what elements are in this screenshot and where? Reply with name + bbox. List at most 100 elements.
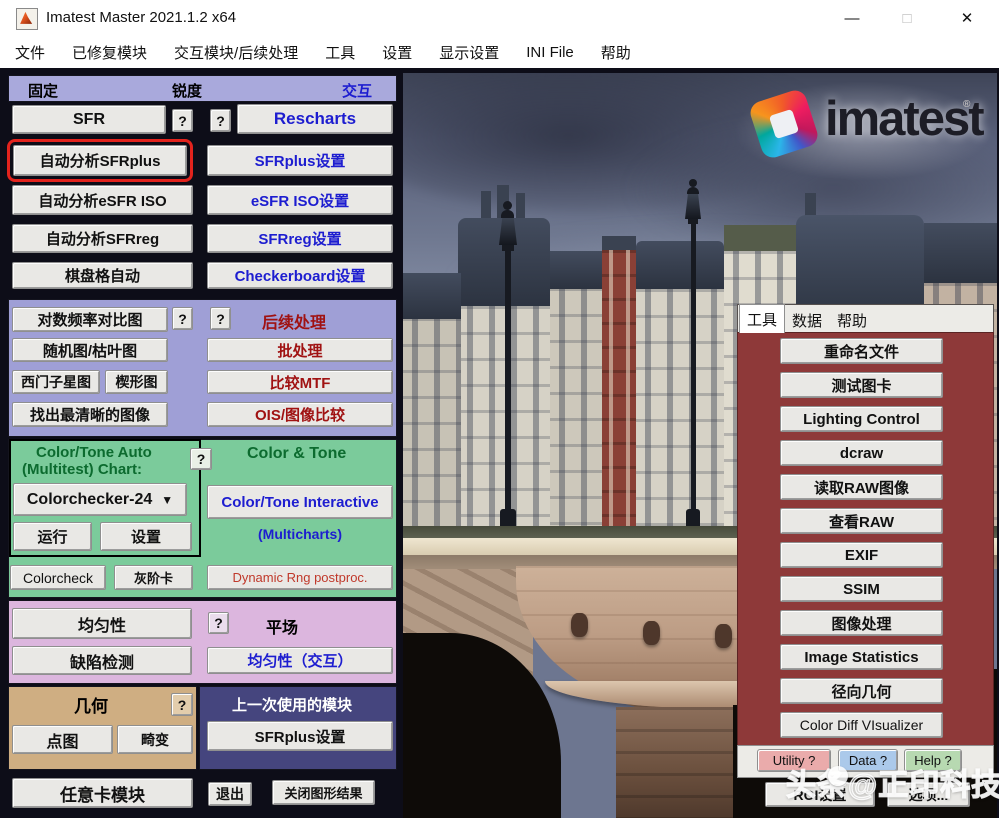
- chimney: [516, 193, 525, 221]
- close-button[interactable]: ✕: [950, 6, 984, 30]
- colortone-interactive-button[interactable]: Color/Tone Interactive: [207, 485, 393, 519]
- random-deadleaves-button[interactable]: 随机图/枯叶图: [12, 338, 168, 362]
- sfrreg-setup-button[interactable]: SFRreg设置: [207, 224, 393, 253]
- building-facade: [550, 288, 602, 536]
- sfrplus-highlight-ring: [7, 139, 193, 182]
- menu-ini-file[interactable]: INI File: [526, 44, 574, 61]
- menu-file[interactable]: 文件: [15, 42, 45, 63]
- building-roof: [602, 236, 636, 250]
- image-processing-button[interactable]: 图像处理: [780, 610, 943, 636]
- menu-interactive-postprocess[interactable]: 交互模块/后续处理: [174, 42, 298, 63]
- defect-detection-button[interactable]: 缺陷检测: [12, 646, 192, 675]
- lamppost-finial: [503, 201, 512, 210]
- chimney: [481, 191, 491, 221]
- minimize-button[interactable]: —: [835, 6, 869, 30]
- sfr-help-button[interactable]: ?: [172, 109, 193, 132]
- carved-mascaron: [643, 621, 660, 645]
- arbitrary-chart-button[interactable]: 任意卡模块: [12, 778, 193, 808]
- last-module-button[interactable]: SFRplus设置: [207, 721, 393, 751]
- chart-dropdown[interactable]: Colorchecker-24 ▼: [13, 483, 187, 516]
- rescharts-help-button[interactable]: ?: [210, 109, 231, 132]
- grayscale-chart-button[interactable]: 灰阶卡: [114, 565, 193, 590]
- menu-help[interactable]: 帮助: [601, 42, 631, 63]
- lighting-control-button[interactable]: Lighting Control: [780, 406, 943, 432]
- rescharts-button[interactable]: Rescharts: [237, 104, 393, 134]
- roof-terrace: [724, 225, 796, 251]
- menu-settings[interactable]: 设置: [382, 42, 412, 63]
- geometry-help-button[interactable]: ?: [171, 693, 193, 716]
- chevron-down-icon: ▼: [161, 493, 173, 507]
- lamppost-crown: [687, 187, 699, 194]
- siemens-star-button[interactable]: 西门子星图: [12, 370, 100, 394]
- menu-utilities[interactable]: 工具: [325, 42, 355, 63]
- distortion-button[interactable]: 畸变: [117, 725, 193, 754]
- log-frequency-button[interactable]: 对数频率对比图: [12, 307, 168, 332]
- colortone-help-button[interactable]: ?: [190, 448, 212, 470]
- find-sharpest-button[interactable]: 找出最清晰的图像: [12, 402, 168, 427]
- geometry-label: 几何: [74, 692, 108, 717]
- last-module-label: 上一次使用的模块: [232, 694, 352, 715]
- menu-display[interactable]: 显示设置: [439, 42, 499, 63]
- header-fixed-label: 固定: [28, 80, 58, 101]
- building-facade: [636, 289, 724, 536]
- sfrplus-setup-button[interactable]: SFRplus设置: [207, 145, 393, 176]
- window-title: Imatest Master 2021.1.2 x64: [46, 9, 236, 26]
- registered-mark: ®: [963, 99, 970, 110]
- compare-mtf-button[interactable]: 比较MTF: [207, 370, 393, 394]
- read-raw-button[interactable]: 读取RAW图像: [780, 474, 943, 500]
- sfrreg-auto-button[interactable]: 自动分析SFRreg: [12, 224, 193, 253]
- settings-button[interactable]: 设置: [100, 522, 192, 551]
- multicharts-label: (Multicharts): [258, 526, 342, 542]
- interactive-help-button[interactable]: ?: [172, 307, 193, 330]
- tab-help[interactable]: 帮助: [831, 308, 873, 332]
- colortone-auto-title: Color/Tone Auto: [36, 444, 152, 461]
- uniformity-button[interactable]: 均匀性: [12, 608, 192, 639]
- dot-pattern-button[interactable]: 点图: [12, 725, 113, 754]
- exif-button[interactable]: EXIF: [780, 542, 943, 568]
- menu-fixed-modules[interactable]: 已修复模块: [72, 42, 147, 63]
- watermark-text: 头条@正印科技: [786, 769, 999, 802]
- uniformity-interactive-button[interactable]: 均匀性（交互）: [207, 647, 393, 674]
- color-diff-visualizer-button[interactable]: Color Diff VIsualizer: [780, 712, 943, 738]
- lamppost-pole: [691, 224, 696, 513]
- checkerboard-setup-button[interactable]: Checkerboard设置: [207, 262, 393, 289]
- dcraw-button[interactable]: dcraw: [780, 440, 943, 466]
- maximize-button[interactable]: □: [890, 6, 924, 30]
- close-figures-button[interactable]: 关闭图形结果: [272, 780, 375, 805]
- esfr-iso-auto-button[interactable]: 自动分析eSFR ISO: [12, 185, 193, 215]
- sfr-button[interactable]: SFR: [12, 105, 166, 134]
- run-button[interactable]: 运行: [13, 522, 92, 551]
- app-icon: [16, 8, 38, 30]
- tab-data[interactable]: 数据: [786, 308, 828, 332]
- wedge-button[interactable]: 楔形图: [105, 370, 168, 394]
- chart-dropdown-value: Colorchecker-24: [27, 491, 152, 509]
- ssim-button[interactable]: SSIM: [780, 576, 943, 602]
- test-charts-button[interactable]: 测试图卡: [780, 372, 943, 398]
- building-facade: [403, 318, 461, 536]
- esfr-iso-setup-button[interactable]: eSFR ISO设置: [207, 185, 393, 215]
- colorcheck-button[interactable]: Colorcheck: [10, 565, 106, 590]
- batch-process-button[interactable]: 批处理: [207, 338, 393, 362]
- checkerboard-auto-button[interactable]: 棋盘格自动: [12, 262, 193, 289]
- imatest-logo-text: imatest: [825, 91, 983, 147]
- mansard-roof: [796, 215, 924, 310]
- imatest-window: Imatest Master 2021.1.2 x64 — □ ✕ 文件 已修复…: [0, 0, 999, 818]
- building-roof: [924, 223, 997, 283]
- postprocess-help-button[interactable]: ?: [210, 307, 231, 330]
- arch-shadow: [403, 633, 561, 818]
- radial-geometry-button[interactable]: 径向几何: [780, 678, 943, 704]
- building-roof: [636, 241, 724, 289]
- image-statistics-button[interactable]: Image Statistics: [780, 644, 943, 670]
- uniformity-help-button[interactable]: ?: [208, 612, 229, 634]
- ois-compare-button[interactable]: OIS/图像比较: [207, 402, 393, 427]
- title-bar: Imatest Master 2021.1.2 x64 — □ ✕: [0, 0, 999, 36]
- exit-button[interactable]: 退出: [208, 782, 252, 806]
- lamppost-pole: [505, 251, 511, 513]
- view-raw-button[interactable]: 查看RAW: [780, 508, 943, 534]
- main-content: imatest ®: [0, 68, 999, 818]
- rename-files-button[interactable]: 重命名文件: [780, 338, 943, 364]
- tab-tools[interactable]: 工具: [739, 304, 785, 333]
- dynamic-range-postproc-button[interactable]: Dynamic Rng postproc.: [207, 565, 393, 590]
- color-tone-title: Color & Tone: [247, 445, 346, 463]
- colortone-auto-chart-label: (Multitest) Chart:: [22, 461, 142, 478]
